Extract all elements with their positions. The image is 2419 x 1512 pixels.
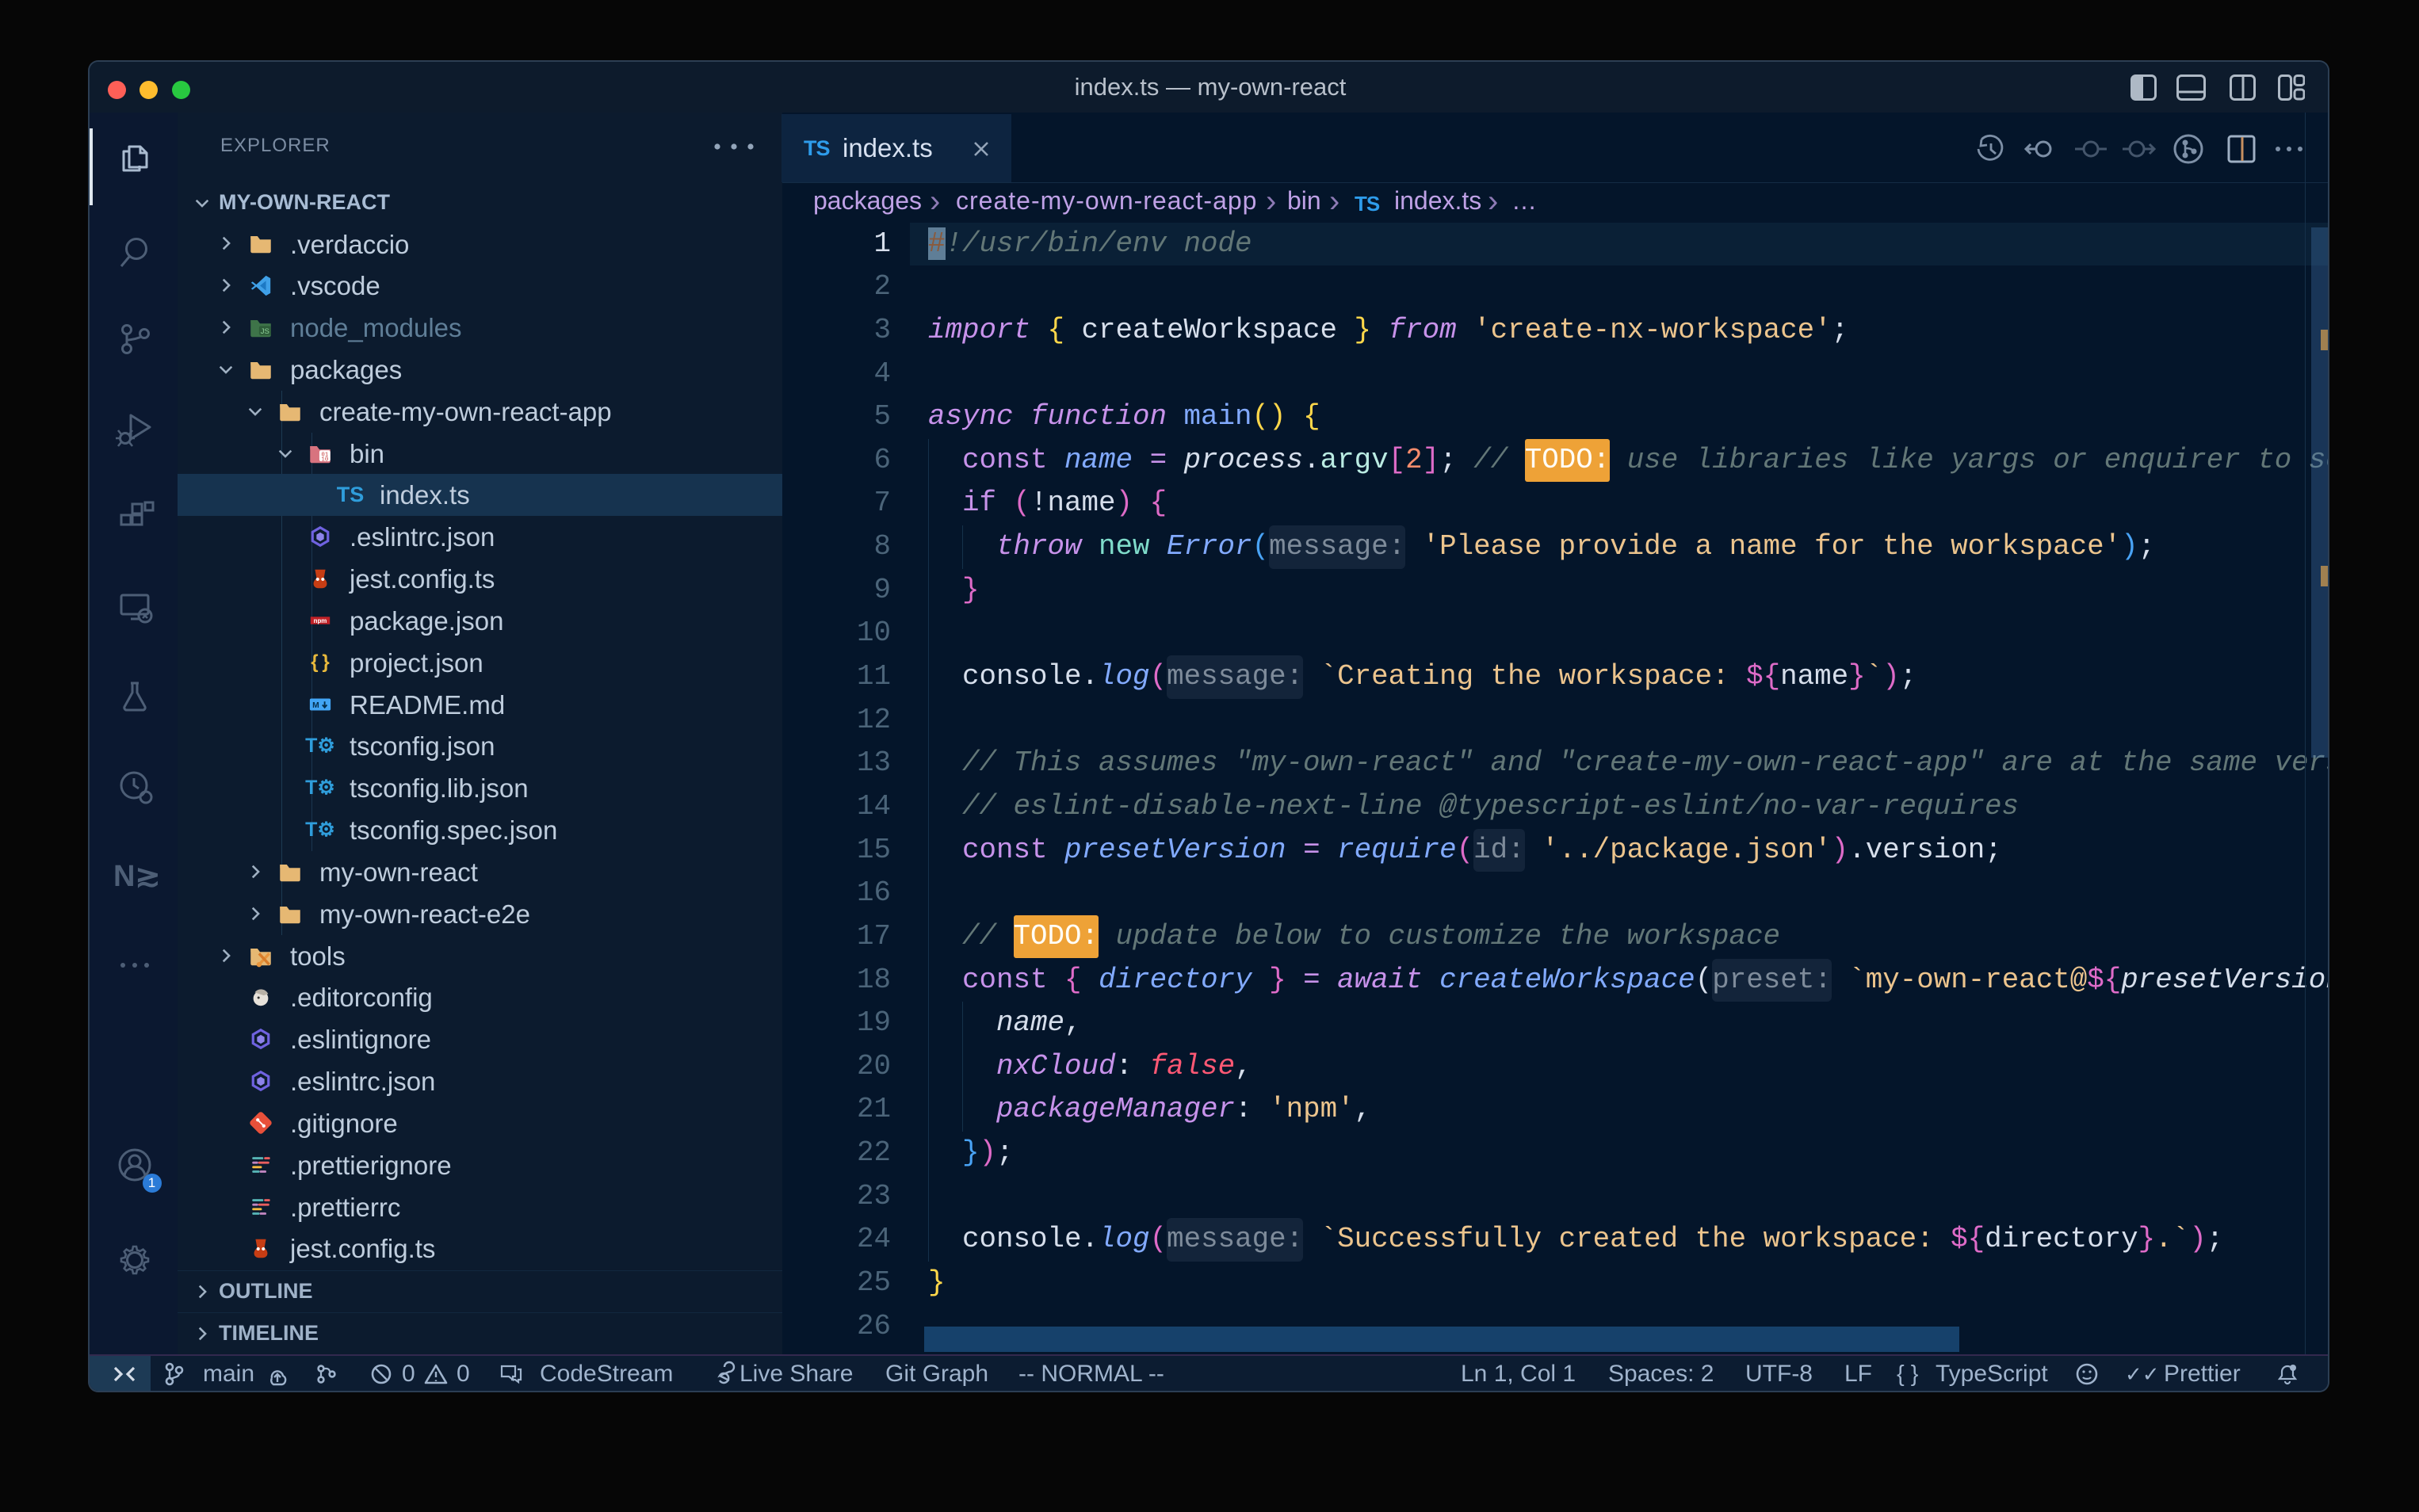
svg-text:npm: npm xyxy=(314,617,327,624)
svg-text:M: M xyxy=(312,701,319,710)
svg-text:JS: JS xyxy=(261,326,269,335)
svg-text:10: 10 xyxy=(321,456,328,463)
